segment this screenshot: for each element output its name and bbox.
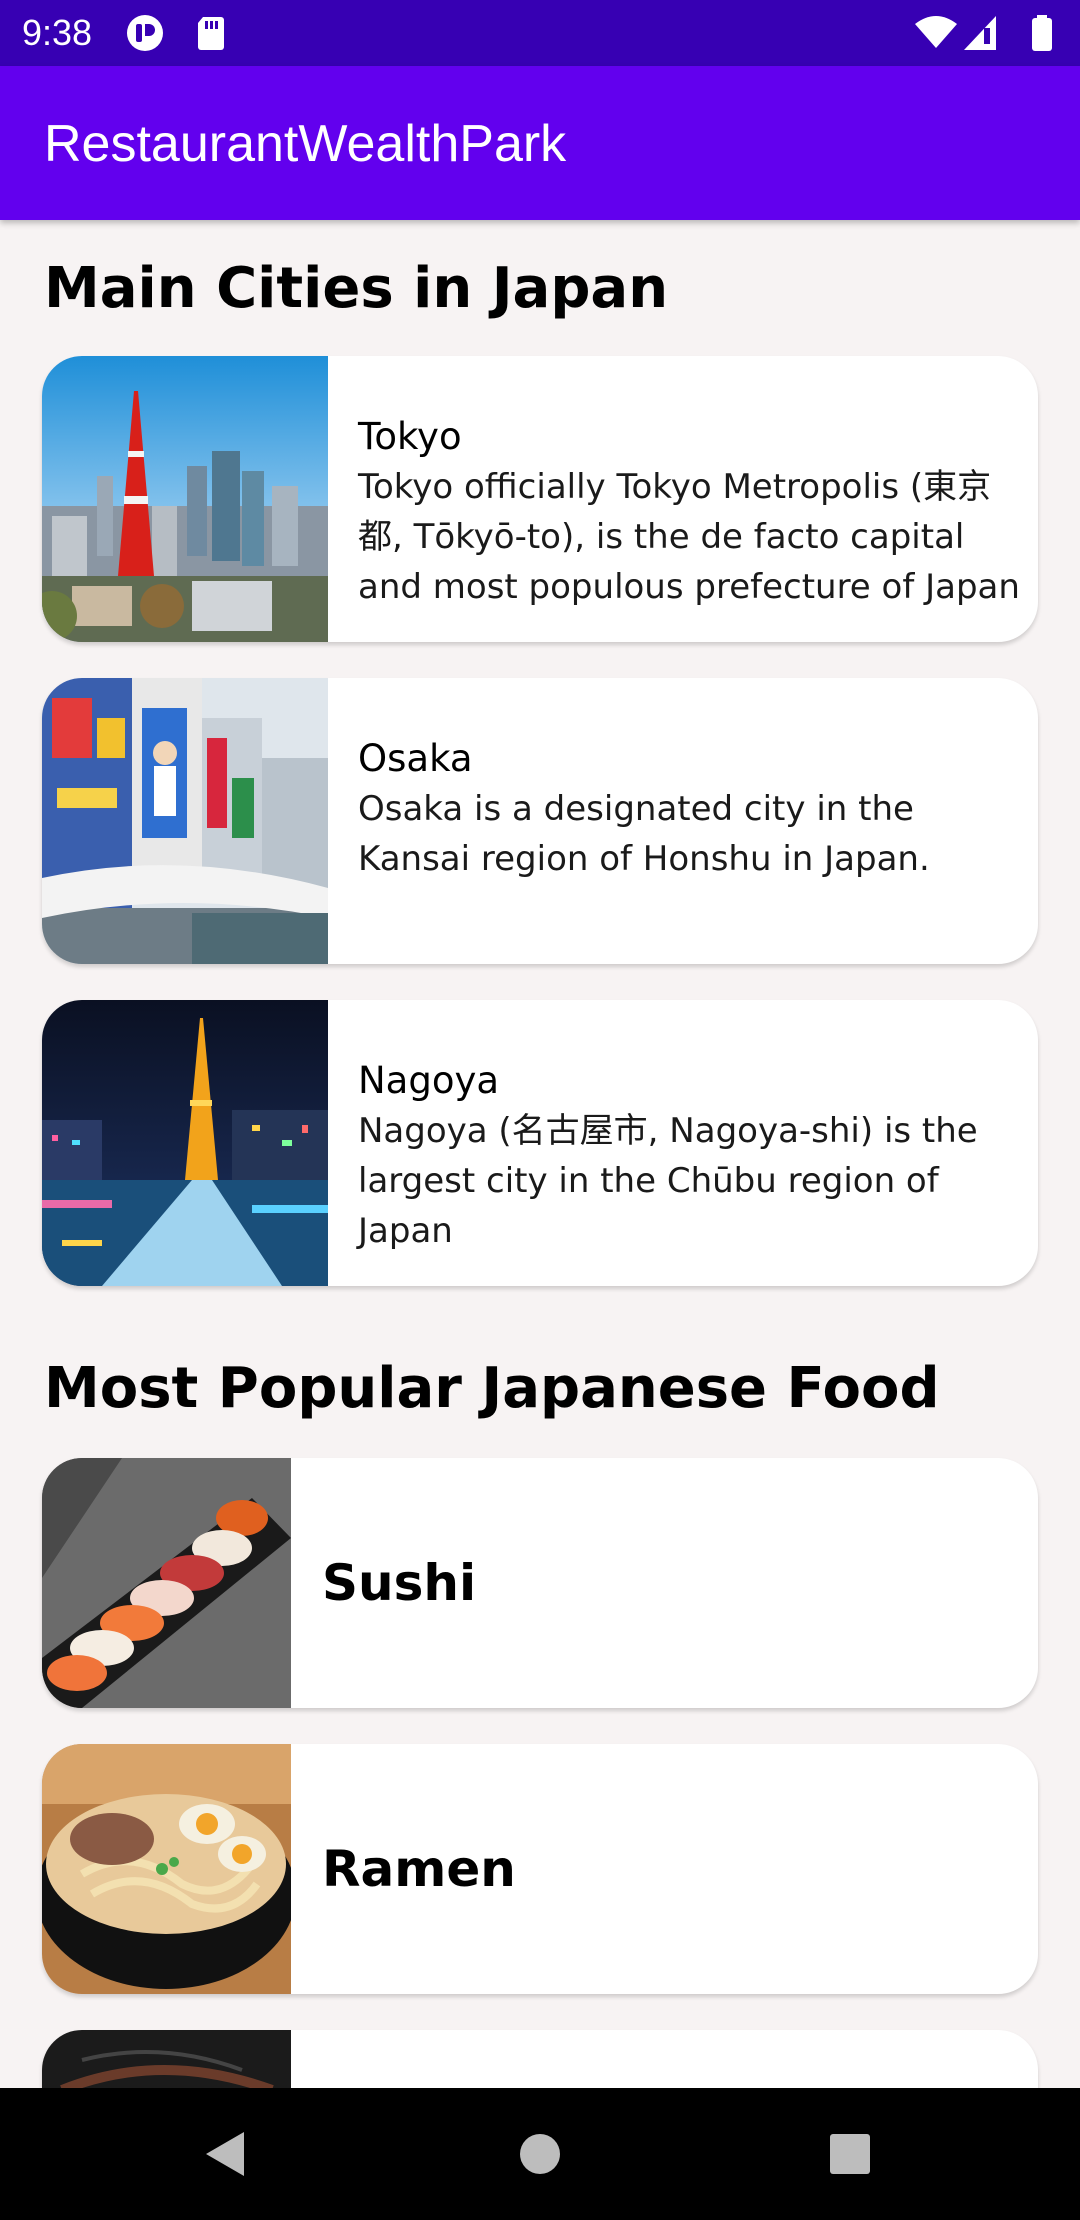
sushi-photo xyxy=(42,1458,291,1708)
food-name: Ramen xyxy=(322,1840,516,1898)
city-card-osaka[interactable]: Osaka Osaka is a designated city in the … xyxy=(42,678,1038,964)
status-bar: 9:38 xyxy=(0,0,1080,66)
city-description: Osaka is a designated city in the Kansai… xyxy=(358,789,930,879)
food-section-title: Most Popular Japanese Food xyxy=(44,1356,940,1421)
cities-section-title: Main Cities in Japan xyxy=(44,256,669,321)
status-time: 9:38 xyxy=(22,12,93,53)
city-card-tokyo[interactable]: Tokyo Tokyo officially Tokyo Metropolis … xyxy=(42,356,1038,642)
food-card-ramen[interactable]: Ramen xyxy=(42,1744,1038,1994)
app-title: RestaurantWealthPark xyxy=(44,115,567,173)
city-card-nagoya[interactable]: Nagoya Nagoya (名古屋市, Nagoya-shi) is the … xyxy=(42,1000,1038,1286)
osaka-dotonbori-photo xyxy=(42,678,328,964)
signal-icon xyxy=(964,16,996,50)
food-card-sushi[interactable]: Sushi xyxy=(42,1458,1038,1708)
battery-icon xyxy=(1032,15,1052,51)
ramen-photo xyxy=(42,1744,291,1994)
sd-card-icon xyxy=(198,17,224,50)
city-name: Osaka xyxy=(358,737,473,780)
city-description: Tokyo officially Tokyo Metropolis (東京都, … xyxy=(358,467,1020,607)
app-bar: RestaurantWealthPark xyxy=(0,66,1080,220)
grilled-food-photo xyxy=(42,2030,291,2088)
wifi-icon xyxy=(915,16,957,48)
city-name: Nagoya xyxy=(358,1059,500,1102)
tokyo-tower-photo xyxy=(42,356,328,642)
home-icon[interactable] xyxy=(510,2124,570,2184)
notification-icon xyxy=(127,15,163,51)
recents-icon[interactable] xyxy=(820,2124,880,2184)
navigation-bar xyxy=(0,2088,1080,2220)
food-card-third[interactable] xyxy=(42,2030,1038,2088)
back-icon[interactable] xyxy=(196,2124,256,2184)
nagoya-tv-tower-photo xyxy=(42,1000,328,1286)
main-content[interactable]: Main Cities in Japan Tokyo Tokyo officia… xyxy=(0,220,1080,2088)
city-description: Nagoya (名古屋市, Nagoya-shi) is the largest… xyxy=(358,1111,978,1251)
food-name: Sushi xyxy=(322,1554,477,1612)
city-name: Tokyo xyxy=(358,415,462,458)
